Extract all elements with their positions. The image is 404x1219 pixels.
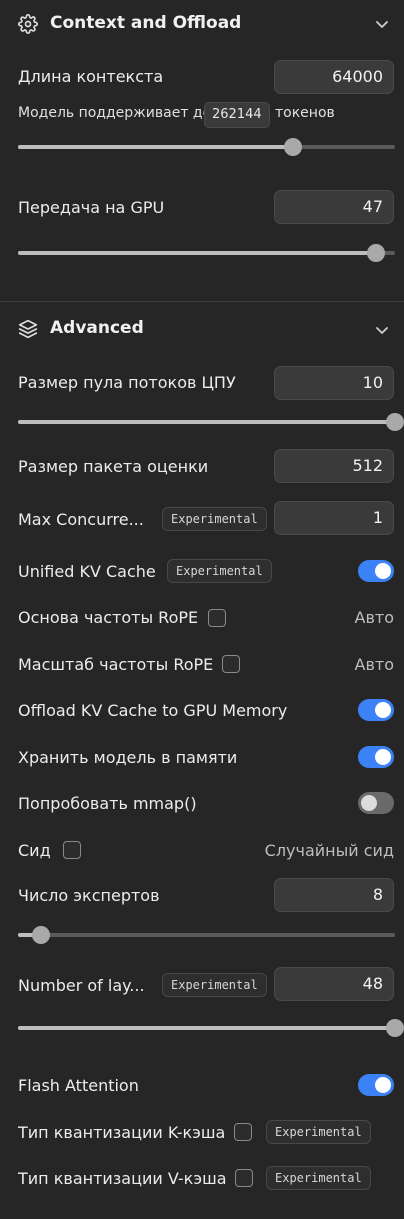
rope-base-value: Авто xyxy=(354,608,394,627)
experts-label: Число экспертов xyxy=(18,886,160,905)
batch-size-label: Размер пакета оценки xyxy=(18,457,209,476)
seed-label: Сид xyxy=(18,841,51,860)
layers-icon xyxy=(18,319,38,339)
rope-scale-label: Масштаб частоты RoPE xyxy=(18,655,214,674)
flash-attention-toggle[interactable] xyxy=(358,1074,394,1096)
keep-in-memory-label: Хранить модель в памяти xyxy=(18,748,238,767)
experts-slider[interactable] xyxy=(18,926,395,944)
slider-thumb[interactable] xyxy=(386,413,404,431)
layers-slider[interactable] xyxy=(18,1019,404,1037)
gpu-offload-slider[interactable] xyxy=(18,244,395,262)
advanced-section-title: Advanced xyxy=(50,318,144,338)
seed-value: Случайный сид xyxy=(264,841,394,860)
v-cache-checkbox[interactable] xyxy=(235,1169,253,1187)
context-section-header[interactable]: Context and Offload xyxy=(0,0,404,48)
model-supports-suffix: токенов xyxy=(275,105,335,121)
mmap-label: Попробовать mmap() xyxy=(18,794,197,813)
unified-kv-label: Unified KV Cache xyxy=(18,562,156,581)
slider-thumb[interactable] xyxy=(31,926,50,944)
experimental-badge: Experimental xyxy=(167,559,272,583)
layers-input[interactable]: 48 xyxy=(274,967,394,1001)
rope-scale-checkbox[interactable] xyxy=(222,655,240,673)
mmap-toggle[interactable] xyxy=(358,792,394,814)
layers-label: Number of lay... xyxy=(18,976,145,995)
experts-input[interactable]: 8 xyxy=(274,878,394,912)
keep-in-memory-toggle[interactable] xyxy=(358,746,394,768)
thread-pool-slider[interactable] xyxy=(18,413,404,431)
slider-thumb[interactable] xyxy=(284,138,303,156)
slider-thumb[interactable] xyxy=(367,244,386,262)
gear-icon xyxy=(18,14,38,34)
max-concurrent-input[interactable]: 1 xyxy=(274,501,394,535)
gpu-offload-input[interactable]: 47 xyxy=(274,190,394,224)
section-divider xyxy=(0,301,404,302)
experimental-badge: Experimental xyxy=(266,1120,371,1144)
context-length-slider[interactable] xyxy=(18,138,395,156)
v-cache-label: Тип квантизации V-кэша xyxy=(18,1169,227,1188)
chevron-down-icon[interactable] xyxy=(374,16,390,32)
context-length-label: Длина контекста xyxy=(18,67,164,86)
rope-base-label: Основа частоты RoPE xyxy=(18,608,199,627)
slider-thumb[interactable] xyxy=(386,1019,404,1037)
unified-kv-toggle[interactable] xyxy=(358,560,394,582)
seed-checkbox[interactable] xyxy=(63,841,81,859)
experimental-badge: Experimental xyxy=(162,973,267,997)
rope-scale-value: Авто xyxy=(354,655,394,674)
context-length-input[interactable]: 64000 xyxy=(274,60,394,94)
gpu-offload-label: Передача на GPU xyxy=(18,198,165,217)
experimental-badge: Experimental xyxy=(162,507,267,531)
max-concurrent-label: Max Concurre... xyxy=(18,510,144,529)
context-section-title: Context and Offload xyxy=(50,13,242,33)
model-supports-prefix: Модель поддерживает до xyxy=(18,105,212,121)
advanced-section-header[interactable]: Advanced xyxy=(0,305,404,353)
chevron-down-icon[interactable] xyxy=(374,322,390,338)
k-cache-checkbox[interactable] xyxy=(234,1123,252,1141)
k-cache-label: Тип квантизации K-кэша xyxy=(18,1123,226,1142)
experimental-badge: Experimental xyxy=(266,1166,371,1190)
thread-pool-input[interactable]: 10 xyxy=(274,366,394,400)
batch-size-input[interactable]: 512 xyxy=(274,449,394,483)
flash-attention-label: Flash Attention xyxy=(18,1076,139,1095)
model-max-tokens: 262144 xyxy=(204,102,270,128)
offload-kv-label: Offload KV Cache to GPU Memory xyxy=(18,701,288,720)
offload-kv-toggle[interactable] xyxy=(358,699,394,721)
thread-pool-label: Размер пула потоков ЦПУ xyxy=(18,373,236,392)
rope-base-checkbox[interactable] xyxy=(208,609,226,627)
